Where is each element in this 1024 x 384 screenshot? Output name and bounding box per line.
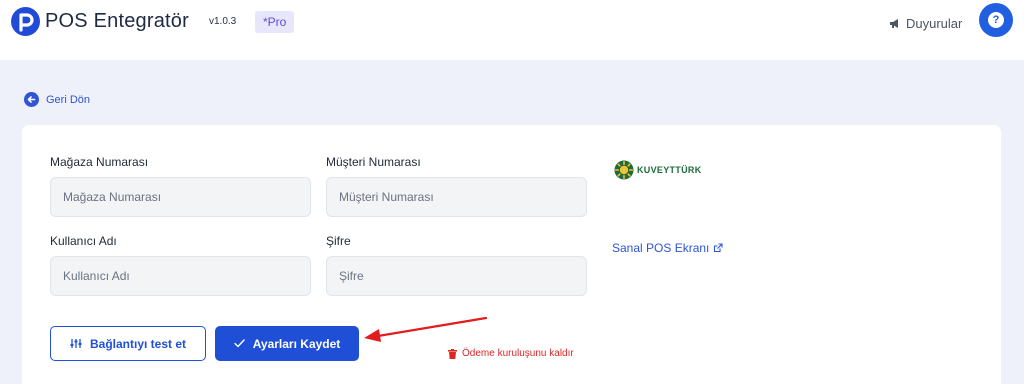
username-input[interactable] [50, 256, 311, 296]
kuveytturk-logo-text: KUVEYTTÜRK [637, 165, 702, 175]
username-label: Kullanıcı Adı [50, 234, 117, 248]
test-connection-button[interactable]: Bağlantıyı test et [50, 326, 206, 361]
customer-number-input[interactable] [326, 177, 587, 217]
remove-provider-label: Ödeme kuruluşunu kaldır [462, 348, 574, 359]
save-settings-label: Ayarları Kaydet [252, 336, 341, 351]
megaphone-icon [890, 19, 898, 28]
app-title: POS Entegratör [45, 10, 189, 32]
store-number-label: Mağaza Numarası [50, 155, 149, 169]
kuveytturk-logo: KUVEYTTÜRK [614, 160, 702, 180]
pro-badge: *Pro [255, 11, 295, 33]
sliders-icon [70, 339, 82, 348]
announcements-label: Duyurular [906, 16, 963, 31]
back-link[interactable]: Geri Dön [24, 92, 90, 107]
virtual-pos-link[interactable]: Sanal POS Ekranı [612, 241, 723, 255]
top-bar: POS Entegratör v1.0.3 *Pro Duyurular ? [0, 0, 1024, 60]
annotation-arrow [364, 316, 488, 342]
customer-number-label: Müşteri Numarası [326, 155, 421, 169]
external-link-icon [714, 243, 723, 253]
help-button[interactable]: ? [979, 3, 1013, 37]
remove-provider-link[interactable]: Ödeme kuruluşunu kaldır [448, 348, 574, 359]
question-circle-icon: ? [988, 12, 1004, 28]
store-number-input[interactable] [50, 177, 311, 217]
kuveytturk-emblem-icon [614, 160, 634, 180]
check-icon [233, 339, 245, 348]
back-link-label: Geri Dön [46, 93, 91, 106]
test-connection-label: Bağlantıyı test et [89, 336, 187, 351]
save-settings-button[interactable]: Ayarları Kaydet [215, 326, 359, 361]
virtual-pos-label: Sanal POS Ekranı [612, 241, 710, 255]
trash-icon [448, 348, 457, 359]
password-input[interactable] [326, 256, 587, 296]
password-label: Şifre [326, 234, 351, 248]
announcements-link[interactable]: Duyurular [889, 16, 962, 31]
arrow-left-circle-icon [24, 92, 39, 107]
app-version: v1.0.3 [209, 16, 237, 27]
p-logo-icon [11, 7, 40, 36]
